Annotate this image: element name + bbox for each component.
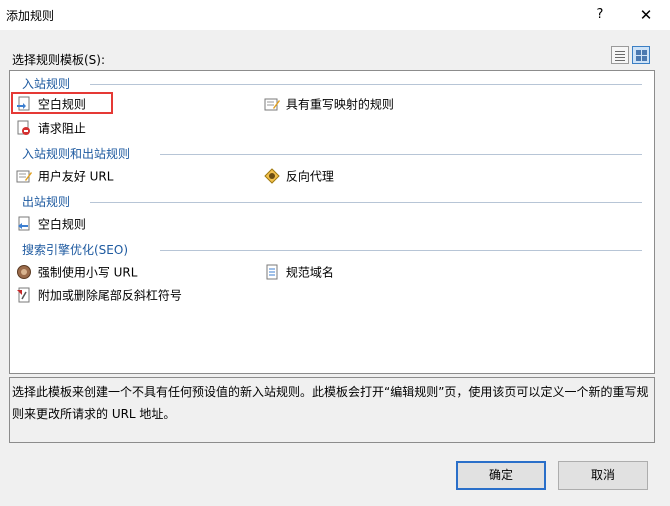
title-bar: 添加规则 ? ✕	[0, 0, 670, 30]
cancel-button[interactable]: 取消	[558, 461, 648, 490]
template-label: 规范域名	[285, 265, 334, 280]
trailing-slash-icon	[16, 287, 32, 303]
template-label: 附加或删除尾部反斜杠符号	[37, 288, 182, 303]
template-inbound-blank-rule[interactable]: 空白规则	[11, 92, 113, 114]
close-button[interactable]: ✕	[632, 4, 660, 26]
template-canonical-domain[interactable]: 规范域名	[264, 263, 334, 281]
dialog-title: 添加规则	[6, 9, 55, 23]
template-label: 强制使用小写 URL	[37, 265, 138, 280]
template-lowercase-url[interactable]: 强制使用小写 URL	[16, 263, 137, 281]
group-header-outbound: 出站规则	[22, 195, 75, 209]
ok-button[interactable]: 确定	[456, 461, 546, 490]
rule-template-list[interactable]: 入站规则 空白规则 具有重写映射的规则 请求阻止 入站规则和出站规则 用户友好 …	[9, 70, 655, 374]
group-header-inbound-outbound: 入站规则和出站规则	[22, 147, 135, 161]
group-header-inbound: 入站规则	[22, 77, 75, 91]
template-label: 用户友好 URL	[37, 169, 114, 184]
help-button[interactable]: ?	[588, 4, 612, 26]
details-view-icon[interactable]	[611, 46, 629, 64]
reverse-proxy-icon	[264, 167, 280, 184]
template-label: 反向代理	[285, 169, 334, 184]
template-rewrite-map-rule[interactable]: 具有重写映射的规则	[264, 95, 394, 113]
blank-rule-icon	[16, 96, 32, 112]
template-reverse-proxy[interactable]: 反向代理	[264, 167, 334, 185]
tile-view-icon[interactable]	[632, 46, 650, 64]
template-description: 选择此模板来创建一个不具有任何预设值的新入站规则。此模板会打开“编辑规则”页，使…	[9, 377, 655, 443]
template-friendly-url[interactable]: 用户友好 URL	[16, 167, 113, 185]
outbound-blank-rule-icon	[16, 216, 32, 232]
rewrite-map-icon	[264, 96, 280, 112]
template-trailing-slash[interactable]: 附加或删除尾部反斜杠符号	[16, 286, 182, 304]
template-list-label: 选择规则模板(S):	[12, 53, 106, 67]
template-request-block[interactable]: 请求阻止	[16, 119, 86, 137]
template-label: 空白规则	[37, 217, 86, 232]
lowercase-url-icon	[16, 264, 32, 280]
group-header-seo: 搜索引擎优化(SEO)	[22, 243, 133, 257]
template-label: 具有重写映射的规则	[285, 97, 394, 112]
template-outbound-blank-rule[interactable]: 空白规则	[16, 215, 86, 233]
request-block-icon	[16, 120, 32, 136]
template-label: 请求阻止	[37, 121, 86, 136]
canonical-domain-icon	[264, 264, 280, 280]
friendly-url-icon	[16, 168, 32, 184]
